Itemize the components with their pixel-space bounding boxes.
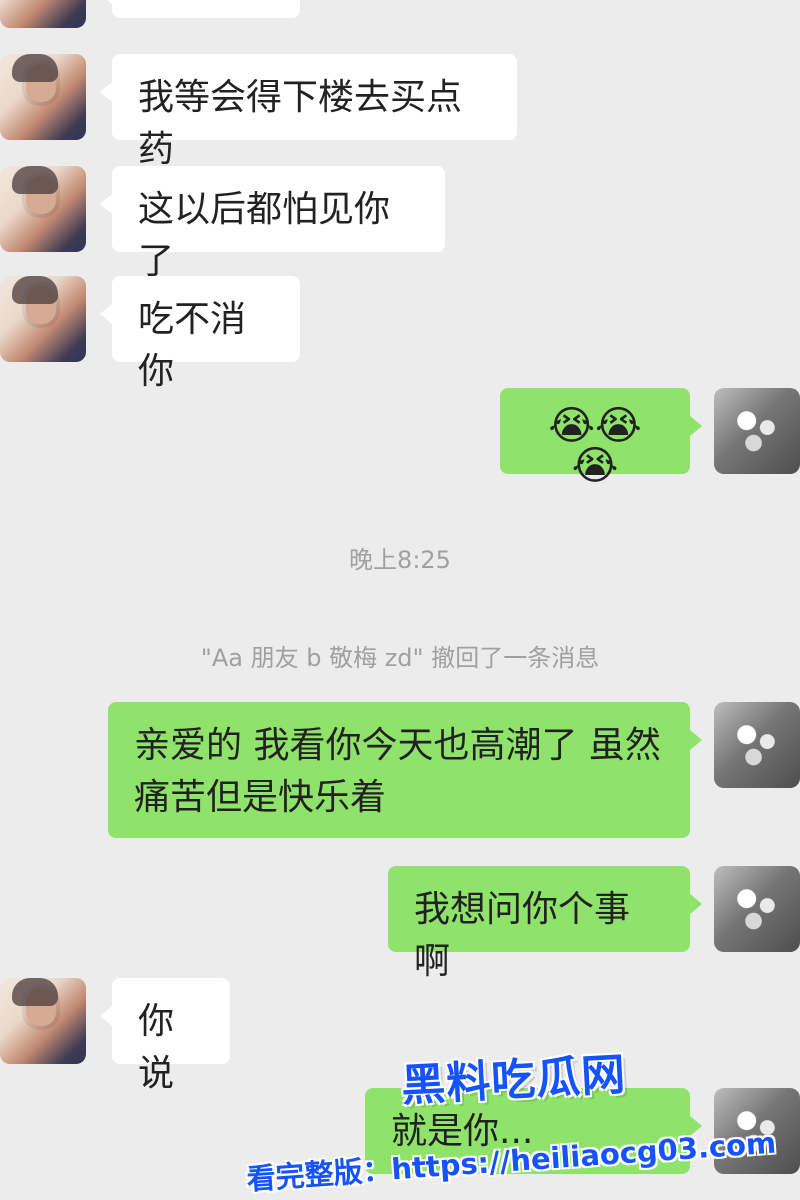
- user-avatar[interactable]: [714, 388, 800, 474]
- message-row: 亲爱的 我看你今天也高潮了 虽然痛苦但是快乐着: [0, 702, 800, 838]
- message-row: 就是你...: [0, 1088, 800, 1174]
- message-text: 吃不消你: [138, 299, 247, 392]
- message-bubble: [100, 0, 300, 18]
- message-row: 我等会得下楼去买点药: [0, 54, 800, 170]
- message-row: 你说: [0, 978, 800, 1094]
- contact-avatar[interactable]: [0, 0, 86, 28]
- crying-face-icon: 😭😭😭: [548, 403, 642, 489]
- message-bubble: 亲爱的 我看你今天也高潮了 虽然痛苦但是快乐着: [108, 702, 702, 838]
- message-bubble: 吃不消你: [100, 276, 300, 392]
- message-row: 吃不消你: [0, 276, 800, 392]
- emoji-bubble: 😭😭😭: [500, 388, 702, 486]
- contact-avatar[interactable]: [0, 166, 86, 252]
- message-bubble: 就是你...: [365, 1088, 702, 1174]
- message-bubble: 我等会得下楼去买点药: [100, 54, 517, 170]
- message-bubble: 我想问你个事啊: [388, 866, 702, 982]
- message-row: 这以后都怕见你了: [0, 166, 800, 282]
- message-bubble: 你说: [100, 978, 230, 1094]
- user-avatar[interactable]: [714, 866, 800, 952]
- chat-screen: 我等会得下楼去买点药 这以后都怕见你了 吃不消你 😭😭😭 晚上8:25 "Aa …: [0, 0, 800, 1200]
- contact-avatar[interactable]: [0, 276, 86, 362]
- contact-avatar[interactable]: [0, 978, 86, 1064]
- emoji-group: 😭😭😭: [526, 406, 664, 486]
- message-text: 亲爱的 我看你今天也高潮了 虽然痛苦但是快乐着: [134, 725, 661, 818]
- message-text: 我等会得下楼去买点药: [138, 77, 463, 170]
- message-text: 这以后都怕见你了: [138, 189, 391, 282]
- message-row: 😭😭😭: [0, 388, 800, 486]
- timestamp: 晚上8:25: [349, 546, 451, 574]
- partial-message-row: [0, 0, 800, 28]
- contact-avatar[interactable]: [0, 54, 86, 140]
- message-text: 就是你...: [391, 1111, 534, 1152]
- user-avatar[interactable]: [714, 702, 800, 788]
- message-bubble: 这以后都怕见你了: [100, 166, 445, 282]
- recall-notice: "Aa 朋友 b 敬梅 zd" 撤回了一条消息: [200, 644, 600, 672]
- message-row: 我想问你个事啊: [0, 866, 800, 982]
- message-text: 你说: [138, 1001, 175, 1094]
- message-text: 我想问你个事啊: [414, 889, 631, 982]
- user-avatar[interactable]: [714, 1088, 800, 1174]
